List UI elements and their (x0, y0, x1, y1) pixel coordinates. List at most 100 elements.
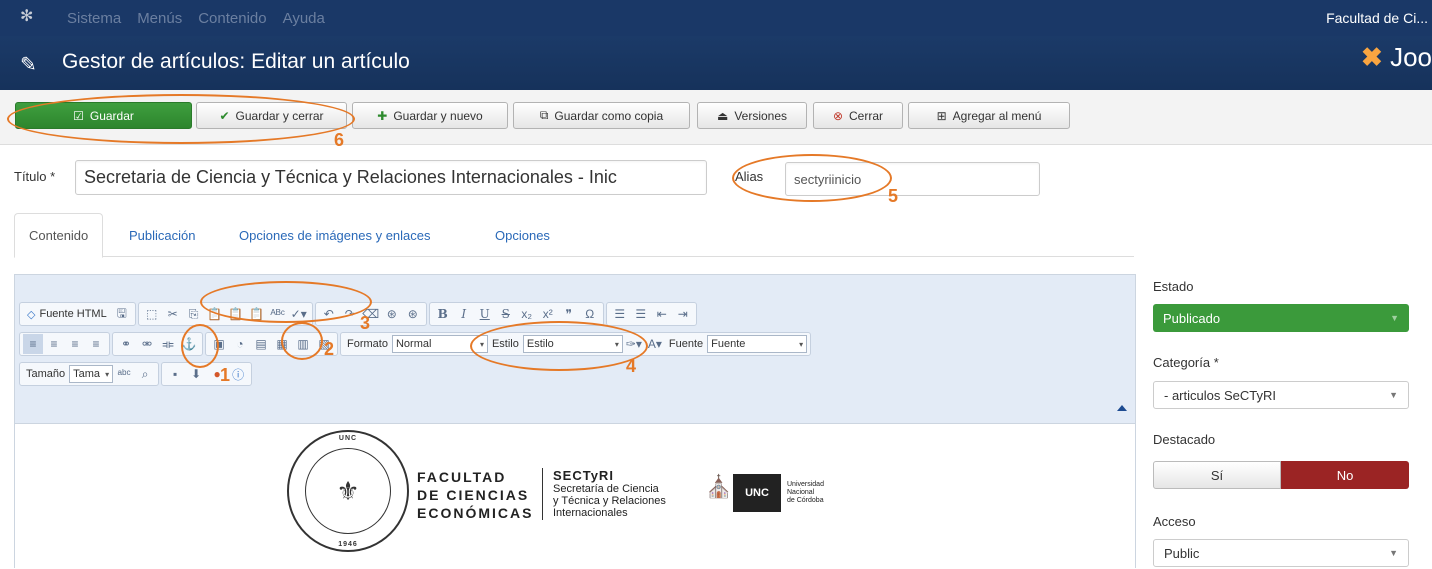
block-icon[interactable]: ▪ (165, 364, 185, 384)
italic-icon[interactable]: I (454, 304, 474, 324)
special-chars-icon[interactable]: ᵃᵇᶜ (114, 364, 134, 384)
add-menu-label: Agregar al menú (952, 108, 1042, 123)
unc-crest-icon: ⛪ (705, 474, 733, 499)
title-label: Título * (14, 169, 56, 184)
bullet-list-icon[interactable]: ☰ (631, 304, 651, 324)
menu-menus[interactable]: Menús (137, 10, 182, 27)
select-all-icon[interactable]: ⬚ (142, 304, 162, 324)
anchor-link-icon[interactable]: ⟚ (158, 334, 178, 354)
sectyri-line-3: Internacionales (553, 507, 628, 519)
save-copy-button[interactable]: ⧉ Guardar como copia (513, 102, 690, 129)
chevron-down-icon: ▼ (1389, 390, 1398, 400)
faculty-seal-icon: UNC ⚜ 1946 (287, 430, 409, 552)
acceso-select[interactable]: Public ▼ (1153, 539, 1409, 567)
indent-icon[interactable]: ⇥ (673, 304, 693, 324)
annotation-number-3: 3 (360, 313, 371, 333)
align-center-icon[interactable]: ≡ (44, 334, 64, 354)
sectyri-line-2: y Técnica y Relaciones (553, 495, 666, 507)
link-icon[interactable]: ⚭ (116, 334, 136, 354)
tab-opciones[interactable]: Opciones (481, 213, 564, 257)
seal-emblem: ⚜ (305, 448, 391, 534)
save-copy-label: Guardar como copia (554, 108, 664, 123)
page-header: ✎ Gestor de artículos: Editar un artícul… (0, 36, 1432, 90)
estado-select[interactable]: Publicado ▼ (1153, 304, 1409, 332)
faculty-line-2: DE CIENCIAS (417, 487, 530, 503)
annotation-ellipse-2 (281, 322, 323, 360)
zoom-icon[interactable]: ⌕ (135, 364, 155, 384)
annotation-number-4: 4 (626, 356, 637, 376)
brand-logo: ✖ Joo (1361, 42, 1432, 73)
seal-top-text: UNC (338, 435, 358, 442)
editor-content-area[interactable]: UNC ⚜ 1946 FACULTAD DE CIENCIAS ECONÓMIC… (15, 423, 1135, 569)
faculty-line-3: ECONÓMICAS (417, 505, 534, 521)
menu-ayuda[interactable]: Ayuda (283, 10, 325, 27)
chevron-down-icon: ▾ (799, 339, 804, 349)
document-icon[interactable]: ▤ (251, 334, 271, 354)
unc-name: Universidad Nacional de Córdoba (787, 481, 824, 505)
unlink-icon[interactable]: ⚮ (137, 334, 157, 354)
destacado-no-button[interactable]: No (1281, 461, 1409, 489)
categoria-select[interactable]: - articulos SeCTyRI ▼ (1153, 381, 1409, 409)
tab-opciones-imagenes[interactable]: Opciones de imágenes y enlaces (225, 213, 445, 257)
font-value: Fuente (711, 338, 746, 350)
replace-icon[interactable]: ⊛ (403, 304, 423, 324)
site-name-link[interactable]: Facultad de Ci... (1326, 10, 1428, 26)
add-menu-button[interactable]: ⊞ Agregar al menú (908, 102, 1070, 129)
align-right-icon[interactable]: ≡ (65, 334, 85, 354)
close-button[interactable]: ⊗ Cerrar (813, 102, 903, 129)
code-icon: ◇ (27, 308, 36, 321)
joomla-icon[interactable]: ✻ (20, 8, 38, 26)
align-justify-icon[interactable]: ≡ (86, 334, 106, 354)
tab-contenido[interactable]: Contenido (14, 213, 104, 258)
unc-logo: ⛪ UNC Universidad Nacional de Córdoba (705, 472, 831, 514)
destacado-yes-button[interactable]: Sí (1153, 461, 1281, 489)
unc-box: UNC (733, 474, 781, 512)
chevron-down-icon: ▼ (1390, 313, 1399, 323)
menu-sistema[interactable]: Sistema (67, 10, 121, 27)
collapse-toolbar-icon[interactable] (1117, 405, 1127, 411)
unc-line-3: de Córdoba (787, 497, 824, 504)
annotation-number-6: 6 (334, 130, 345, 150)
list-group: ☰ ☰ ⇤ ⇥ (605, 302, 697, 326)
annotation-ellipse-6 (7, 94, 355, 144)
cut-icon[interactable]: ✂ (163, 304, 183, 324)
annotation-number-5: 5 (888, 186, 899, 206)
font-label: Fuente (668, 338, 704, 350)
strikethrough-icon[interactable]: S (496, 304, 516, 324)
info-icon[interactable]: ⓘ (228, 364, 248, 384)
find-icon[interactable]: ⊛ (382, 304, 402, 324)
categoria-label: Categoría * (1153, 355, 1219, 370)
save-new-button[interactable]: ✚ Guardar y nuevo (352, 102, 508, 129)
copy-icon: ⧉ (539, 108, 549, 122)
size-label: Tamaño (26, 368, 66, 380)
brand-text: Joo (1390, 42, 1432, 72)
chevron-down-icon: ▼ (1389, 548, 1398, 558)
outdent-icon[interactable]: ⇤ (652, 304, 672, 324)
title-field[interactable]: Secretaria de Ciencia y Técnica y Relaci… (75, 160, 707, 195)
font-select[interactable]: Fuente ▾ (707, 335, 808, 353)
align-left-icon[interactable]: ≡ (23, 334, 43, 354)
archive-icon: ⏏ (716, 108, 729, 123)
save-disk-icon[interactable]: 🖫 (112, 304, 132, 324)
size-select[interactable]: Tama ▾ (69, 365, 114, 383)
bold-icon[interactable]: B (433, 304, 453, 324)
underline-icon[interactable]: U (475, 304, 495, 324)
tab-publicacion[interactable]: Publicación (115, 213, 210, 257)
faculty-line-1: FACULTAD (417, 469, 507, 485)
numbered-list-icon[interactable]: ☰ (610, 304, 630, 324)
versions-button[interactable]: ⏏ Versiones (697, 102, 807, 129)
menu-contenido[interactable]: Contenido (198, 10, 266, 27)
source-html-label: Fuente HTML (39, 308, 107, 320)
destacado-label: Destacado (1153, 432, 1216, 447)
flash-icon[interactable]: ◔ (230, 334, 250, 354)
acceso-value: Public (1164, 545, 1200, 561)
pencil-icon: ✎ (20, 54, 37, 76)
annotation-ellipse-3 (200, 281, 372, 323)
source-html-button[interactable]: ◇ Fuente HTML (23, 308, 111, 321)
admin-topbar: ✻ Sistema Menús Contenido Ayuda Facultad… (0, 0, 1432, 36)
size-group: Tamaño Tama ▾ ᵃᵇᶜ ⌕ (19, 362, 160, 386)
copy-icon[interactable]: ⎘ (184, 304, 204, 324)
sectyri-line-1: Secretaría de Ciencia (553, 483, 659, 495)
editor-toolbar-row-3: Tamaño Tama ▾ ᵃᵇᶜ ⌕ ▪ ⬇ ● ⓘ (19, 362, 253, 386)
cancel-icon: ⊗ (832, 108, 844, 123)
